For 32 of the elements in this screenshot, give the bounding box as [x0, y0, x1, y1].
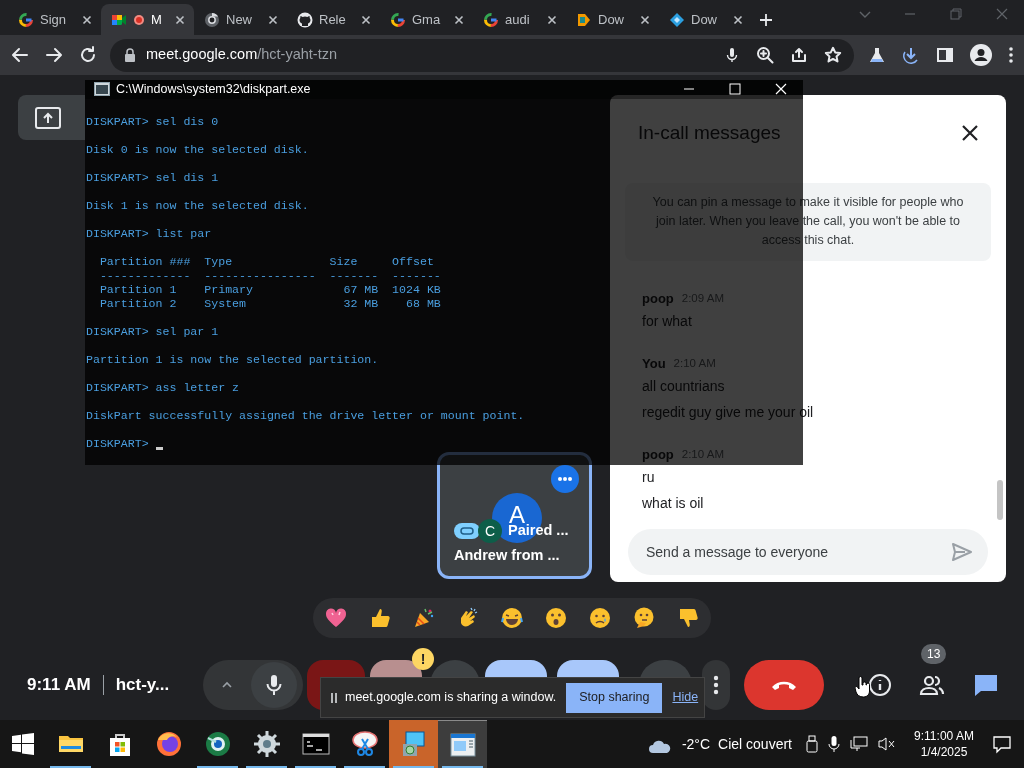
console-line: DISKPART> ass letter z [86, 380, 240, 395]
message-text: all countrians [642, 377, 725, 396]
message-text: what is oil [642, 494, 704, 513]
sharing-message: meet.google.com is sharing a window. [345, 689, 557, 707]
console-line: DISKPART> sel dis 1 [86, 170, 219, 185]
console-line: DISKPART> list par [86, 226, 212, 241]
console-line: DISKPART> sel dis 0 [86, 114, 219, 129]
weather-condition: Ciel couvert [718, 734, 792, 754]
message-text: for what [642, 312, 692, 331]
participant-count-badge: 13 [921, 644, 947, 664]
meeting-time: 9:11 AM [27, 674, 91, 697]
console-line: Partition 1 Primary 67 MB 1024 KB [98, 282, 441, 297]
console-line: DISKPART> sel par 1 [86, 324, 219, 339]
console-line: Partition 2 System 32 MB 68 MB [98, 296, 441, 311]
warning-badge: ! [412, 648, 434, 670]
console-line: DiskPart successfully assigned the drive letter or mount point. [86, 408, 525, 423]
message-sender: poop [642, 289, 674, 308]
message-sender: You [642, 354, 666, 373]
message-sender: poop [642, 445, 674, 464]
meeting-code: hct-y... [115, 674, 170, 697]
message-text: ru [642, 468, 655, 487]
participant-avatar: C [478, 519, 502, 543]
console-line: Disk 1 is now the selected disk. [86, 198, 309, 213]
console-line: Disk 0 is now the selected disk. [86, 142, 309, 157]
participant-name: Andrew from ... [454, 546, 560, 566]
panel-title: In-call messages [638, 121, 781, 145]
console-line: DISKPART> [86, 436, 150, 451]
temperature: -2°C [681, 734, 711, 754]
console-line: Partition ### Type Size Offset [98, 254, 434, 269]
console-line: Partition 1 is now the selected partition. [86, 352, 379, 367]
window-title: C:\Windows\system32\diskpart.exe [116, 81, 311, 98]
console-line: ------------- ---------------- ------- ------- [98, 268, 441, 283]
